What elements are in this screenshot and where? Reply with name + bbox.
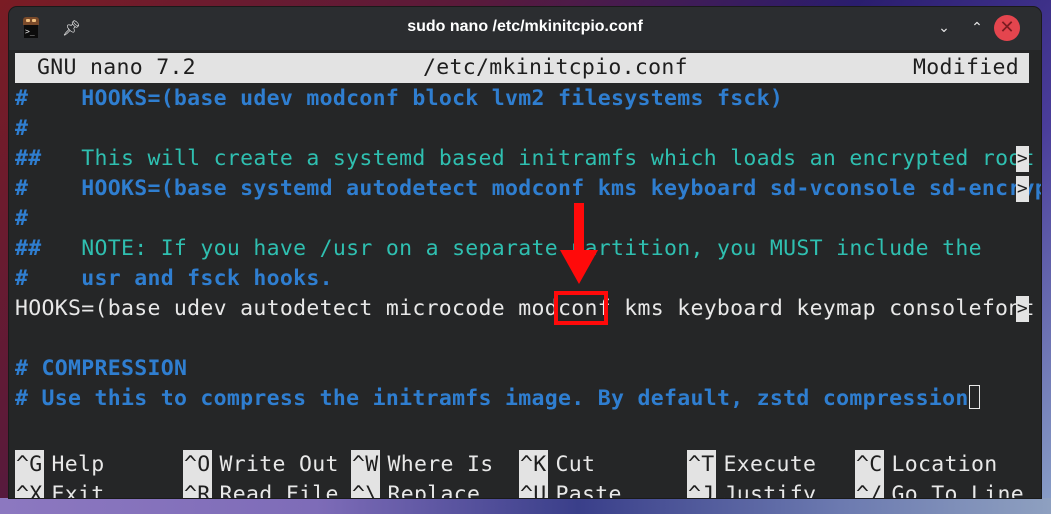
title-bar[interactable]: >_ 📌︎ sudo nano /etc/mkinitcpio.conf ⌄ ⌃…: [9, 7, 1041, 50]
shortcut-justify[interactable]: ^J Justify: [687, 480, 816, 498]
shortcut-label: Paste: [555, 482, 622, 498]
comment-marker: #: [15, 386, 42, 411]
nano-version: GNU nano 7.2: [37, 55, 196, 80]
comment-marker: #: [15, 116, 29, 141]
terminal-window: >_ 📌︎ sudo nano /etc/mkinitcpio.conf ⌄ ⌃…: [9, 7, 1041, 498]
line-text: Use this to compress the initramfs image…: [41, 386, 969, 411]
line-text: HOOKS=(base udev modconf block lvm2 file…: [67, 86, 784, 111]
comment-marker: #: [15, 86, 68, 111]
line-text: usr and fsck hooks.: [67, 266, 333, 291]
shortcut-label: Replace: [387, 482, 481, 498]
comment-marker: #: [15, 266, 68, 291]
line-text: COMPRESSION: [41, 356, 188, 381]
editor-line[interactable]: # COMPRESSION: [15, 354, 1029, 384]
editor-line[interactable]: # HOOKS=(base udev modconf block lvm2 fi…: [15, 84, 1029, 114]
shortcut-label: Help: [51, 452, 105, 477]
shortcut-label: Go To Line: [891, 482, 1024, 498]
minimize-button[interactable]: ⌄: [931, 15, 957, 41]
editor-line[interactable]: #: [15, 114, 1029, 144]
shortcut-label: Write Out: [219, 452, 339, 477]
shortcut-cut[interactable]: ^K Cut: [519, 450, 595, 480]
shortcut-write-out[interactable]: ^O Write Out: [183, 450, 339, 480]
close-button[interactable]: ✕: [994, 15, 1020, 41]
shortcut-key: ^J: [687, 480, 716, 498]
shortcut-key: ^T: [687, 450, 716, 480]
shortcut-read-file[interactable]: ^R Read File: [183, 480, 339, 498]
line-overflow-indicator: >: [1016, 176, 1029, 202]
shortcut-key: ^R: [183, 480, 212, 498]
shortcut-key: ^O: [183, 450, 212, 480]
shortcut-replace[interactable]: ^\ Replace: [351, 480, 480, 498]
shortcut-label: Exit: [51, 482, 105, 498]
shortcut-help[interactable]: ^G Help: [15, 450, 104, 480]
shortcut-key: ^\: [351, 480, 380, 498]
shortcut-label: Justify: [723, 482, 817, 498]
editor-line[interactable]: ## NOTE: If you have /usr on a separate …: [15, 234, 1029, 264]
shortcut-paste[interactable]: ^U Paste: [519, 480, 622, 498]
shortcut-label: Location: [891, 452, 998, 477]
shortcut-label: Where Is: [387, 452, 494, 477]
editor-line[interactable]: ## This will create a systemd based init…: [15, 144, 1035, 174]
line-text: NOTE: If you have /usr on a separate par…: [67, 236, 982, 261]
shortcut-key: ^G: [15, 450, 44, 480]
shortcut-key: ^X: [15, 480, 44, 498]
line-overflow-indicator: >: [1016, 146, 1029, 172]
shortcut-location[interactable]: ^C Location: [855, 450, 997, 480]
shortcut-label: Execute: [723, 452, 817, 477]
comment-marker: ##: [15, 146, 68, 171]
comment-marker: #: [15, 176, 68, 201]
nano-header-bar: GNU nano 7.2 /etc/mkinitcpio.conf Modifi…: [15, 53, 1029, 83]
line-text: This will create a systemd based initram…: [67, 146, 1041, 171]
shortcut-key: ^/: [855, 480, 884, 498]
shortcut-label: Read File: [219, 482, 339, 498]
desktop-wallpaper: [0, 498, 1051, 514]
comment-marker: #: [15, 356, 42, 381]
annotation-arrow: [574, 203, 584, 253]
shortcut-exit[interactable]: ^X Exit: [15, 480, 104, 498]
shortcut-label: Cut: [555, 452, 596, 477]
shortcut-key: ^K: [519, 450, 548, 480]
file-name: /etc/mkinitcpio.conf: [423, 55, 688, 80]
shortcut-go-to-line[interactable]: ^/ Go To Line: [855, 480, 1024, 498]
window-title: sudo nano /etc/mkinitcpio.conf: [407, 18, 643, 35]
nano-editor[interactable]: GNU nano 7.2 /etc/mkinitcpio.conf Modifi…: [9, 50, 1041, 498]
shortcut-key: ^W: [351, 450, 380, 480]
comment-marker: #: [15, 206, 29, 231]
line-text: HOOKS=(base udev autodetect microcode mo…: [15, 296, 1041, 321]
line-overflow-indicator: >: [1016, 296, 1029, 322]
editor-line[interactable]: # HOOKS=(base systemd autodetect modconf…: [15, 174, 1041, 204]
editor-line[interactable]: #: [15, 204, 1029, 234]
shortcut-bar: ^G Help ^X Exit ^O Write Out ^R Read File ^W Wher…: [15, 450, 1029, 498]
text-cursor: [968, 385, 980, 409]
editor-line[interactable]: # usr and fsck hooks.: [15, 264, 1029, 294]
shortcut-where-is[interactable]: ^W Where Is: [351, 450, 493, 480]
editor-line[interactable]: # Use this to compress the initramfs ima…: [15, 384, 1029, 414]
editor-line[interactable]: [15, 324, 1029, 354]
kms-highlight-box: [554, 291, 608, 325]
line-text: HOOKS=(base systemd autodetect modconf k…: [67, 176, 1041, 201]
maximize-button[interactable]: ⌃: [964, 15, 990, 41]
shortcut-key: ^C: [855, 450, 884, 480]
editor-line[interactable]: HOOKS=(base udev autodetect microcode mo…: [15, 294, 1034, 324]
comment-marker: ##: [15, 236, 68, 261]
shortcut-key: ^U: [519, 480, 548, 498]
shortcut-execute[interactable]: ^T Execute: [687, 450, 816, 480]
modified-status: Modified: [913, 55, 1019, 80]
annotation-arrow-head: [560, 250, 598, 284]
